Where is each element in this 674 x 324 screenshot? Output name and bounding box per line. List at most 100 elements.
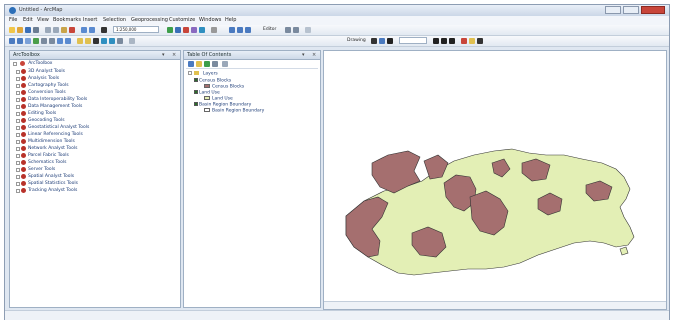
select-features-icon[interactable] xyxy=(77,38,83,44)
toolbox-item[interactable]: Conversion Tools xyxy=(16,90,66,97)
list-by-drawing-order-icon[interactable] xyxy=(188,61,194,67)
expand-icon[interactable] xyxy=(16,90,20,95)
expand-icon[interactable] xyxy=(16,146,20,151)
expand-icon[interactable] xyxy=(16,160,20,165)
undo-icon[interactable] xyxy=(81,27,87,33)
toolbox-item[interactable]: Tracking Analyst Tools xyxy=(16,188,77,195)
italic-icon[interactable] xyxy=(441,38,447,44)
symbol-swatch-icon[interactable] xyxy=(204,96,210,100)
toolbox-item[interactable]: Geostatistical Analyst Tools xyxy=(16,125,89,132)
menu-customize[interactable]: Customize xyxy=(169,17,195,23)
time-slider-icon[interactable] xyxy=(129,38,135,44)
search-window-icon[interactable] xyxy=(199,27,205,33)
line-color-icon[interactable] xyxy=(477,38,483,44)
expand-icon[interactable] xyxy=(16,132,20,137)
minimize-button[interactable] xyxy=(605,6,621,14)
map-scrollbar[interactable] xyxy=(324,301,666,309)
collapse-icon[interactable] xyxy=(13,61,17,66)
list-by-source-icon[interactable] xyxy=(196,61,202,67)
toolbox-item[interactable]: Spatial Analyst Tools xyxy=(16,174,74,181)
edit-tool-icon[interactable] xyxy=(285,27,291,33)
offshore-island[interactable] xyxy=(619,246,629,256)
fill-color-icon[interactable] xyxy=(469,38,475,44)
expand-icon[interactable] xyxy=(16,111,20,116)
expand-icon[interactable] xyxy=(16,139,20,144)
toc-options-icon[interactable] xyxy=(222,61,228,67)
open-icon[interactable] xyxy=(17,27,23,33)
menu-edit[interactable]: Edit xyxy=(23,17,33,23)
snapping-icon[interactable] xyxy=(305,27,311,33)
map-scale-field[interactable]: 1:250,000 xyxy=(113,26,159,33)
bold-icon[interactable] xyxy=(433,38,439,44)
layer-visibility-checkbox[interactable] xyxy=(194,78,198,82)
add-data-icon[interactable] xyxy=(101,27,107,33)
map-canvas[interactable] xyxy=(324,51,667,310)
draw-select-icon[interactable] xyxy=(371,38,377,44)
go-back-icon[interactable] xyxy=(57,38,63,44)
drawing-label[interactable]: Drawing xyxy=(347,38,366,43)
menu-windows[interactable]: Windows xyxy=(199,17,221,23)
clear-selection-icon[interactable] xyxy=(85,38,91,44)
map-view[interactable] xyxy=(323,50,667,310)
toc-close-icon[interactable]: × xyxy=(312,52,316,58)
select-elements-icon[interactable] xyxy=(93,38,99,44)
save-icon[interactable] xyxy=(25,27,31,33)
toolbox-item[interactable]: Parcel Fabric Tools xyxy=(16,153,69,160)
toolbox-item[interactable]: Data Management Tools xyxy=(16,104,82,111)
maximize-button[interactable] xyxy=(623,6,639,14)
expand-icon[interactable] xyxy=(16,153,20,158)
copy-icon[interactable] xyxy=(53,27,59,33)
menu-bookmarks[interactable]: Bookmarks xyxy=(53,17,81,23)
go-forward-icon[interactable] xyxy=(65,38,71,44)
toolbox-item[interactable]: Network Analyst Tools xyxy=(16,146,77,153)
pin-icon[interactable]: ▾ xyxy=(162,52,165,58)
layers-root[interactable]: Layers xyxy=(188,71,218,77)
toc-layer[interactable]: Census Blocks xyxy=(194,78,231,84)
full-extent-icon[interactable] xyxy=(33,38,39,44)
expand-icon[interactable] xyxy=(16,69,20,74)
rectangle-icon[interactable] xyxy=(379,38,385,44)
measure-icon[interactable] xyxy=(245,27,251,33)
expand-icon[interactable] xyxy=(16,104,20,109)
hyperlink-icon[interactable] xyxy=(109,38,115,44)
new-document-icon[interactable] xyxy=(9,27,15,33)
layer-visibility-checkbox[interactable] xyxy=(194,90,198,94)
toolbox-root[interactable]: ArcToolbox xyxy=(13,61,52,68)
expand-icon[interactable] xyxy=(16,167,20,172)
menu-help[interactable]: Help xyxy=(225,17,236,23)
underline-icon[interactable] xyxy=(449,38,455,44)
toolbox-item[interactable]: Multidimension Tools xyxy=(16,139,75,146)
fixed-zoom-out-icon[interactable] xyxy=(49,38,55,44)
list-by-selection-icon[interactable] xyxy=(212,61,218,67)
find-icon[interactable] xyxy=(237,27,243,33)
menu-insert[interactable]: Insert xyxy=(83,17,97,23)
expand-icon[interactable] xyxy=(16,174,20,179)
redo-icon[interactable] xyxy=(89,27,95,33)
close-button[interactable] xyxy=(641,6,665,14)
toolbox-item[interactable]: Server Tools xyxy=(16,167,55,174)
symbol-swatch-icon[interactable] xyxy=(204,108,210,112)
expand-icon[interactable] xyxy=(16,97,20,102)
toolbox-item[interactable]: Data Interoperability Tools xyxy=(16,97,87,104)
menu-selection[interactable]: Selection xyxy=(103,17,126,23)
editor-toolbar-icon[interactable] xyxy=(167,27,173,33)
expand-icon[interactable] xyxy=(16,125,20,130)
toc-layer[interactable]: Basin Region Boundary xyxy=(194,102,251,108)
text-icon[interactable] xyxy=(387,38,393,44)
measure-tool-icon[interactable] xyxy=(117,38,123,44)
close-pane-icon[interactable]: × xyxy=(172,52,176,58)
sketch-tool-icon[interactable] xyxy=(293,27,299,33)
expand-icon[interactable] xyxy=(16,76,20,81)
toolbox-item[interactable]: Cartography Tools xyxy=(16,83,69,90)
toolbox-item[interactable]: Schematics Tools xyxy=(16,160,66,167)
table-of-contents-icon[interactable] xyxy=(175,27,181,33)
font-color-icon[interactable] xyxy=(461,38,467,44)
font-field[interactable] xyxy=(399,37,427,44)
expand-icon[interactable] xyxy=(16,188,20,193)
python-icon[interactable] xyxy=(191,27,197,33)
zoom-in-icon[interactable] xyxy=(9,38,15,44)
pan-icon[interactable] xyxy=(25,38,31,44)
symbol-swatch-icon[interactable] xyxy=(204,84,210,88)
toc-symbol[interactable]: Land Use xyxy=(204,96,233,102)
expand-icon[interactable] xyxy=(16,181,20,186)
